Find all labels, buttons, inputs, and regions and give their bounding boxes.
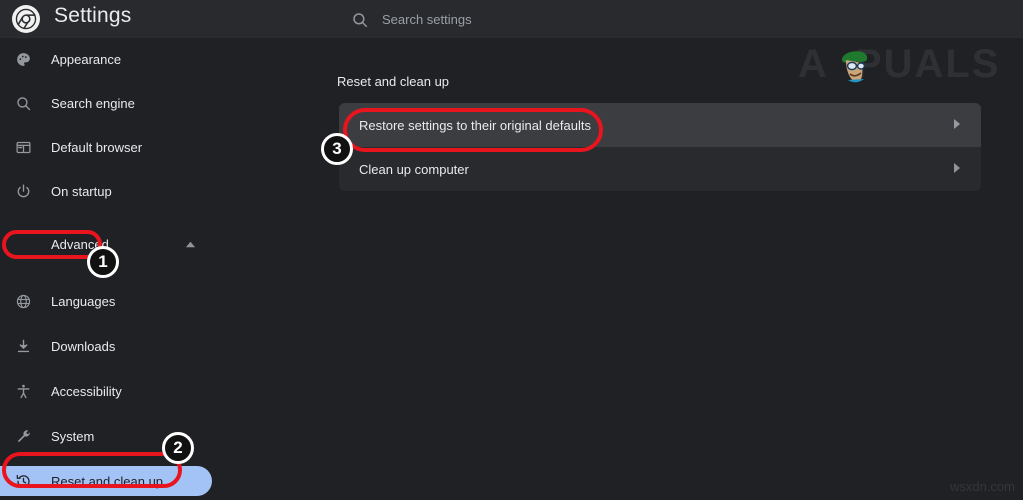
- sidebar-item-label: Search engine: [51, 96, 135, 111]
- sidebar-item-default-browser[interactable]: Default browser: [0, 132, 218, 162]
- sidebar-item-label: On startup: [51, 184, 112, 199]
- search-icon: [351, 11, 369, 29]
- power-icon: [13, 181, 33, 201]
- sidebar-item-languages[interactable]: Languages: [0, 286, 218, 316]
- row-label: Restore settings to their original defau…: [359, 118, 953, 133]
- sidebar-scrollbar[interactable]: [216, 38, 230, 500]
- restore-history-icon: [13, 471, 33, 491]
- sidebar-item-system[interactable]: System: [0, 421, 218, 451]
- row-label: Clean up computer: [359, 162, 953, 177]
- main-content: Reset and clean up Restore settings to t…: [230, 38, 1023, 500]
- sidebar-item-on-startup[interactable]: On startup: [0, 176, 218, 206]
- sidebar-item-appearance[interactable]: Appearance: [0, 44, 218, 74]
- sidebar-item-label: System: [51, 429, 94, 444]
- chevron-up-icon[interactable]: [185, 237, 196, 252]
- sidebar-item-label: Advanced: [51, 237, 109, 252]
- section-title: Reset and clean up: [337, 74, 449, 89]
- search-input[interactable]: [382, 12, 982, 27]
- sidebar-item-label: Default browser: [51, 140, 142, 155]
- sidebar-item-search-engine[interactable]: Search engine: [0, 88, 218, 118]
- reset-and-clean-up-card: Restore settings to their original defau…: [339, 103, 981, 191]
- sidebar-item-advanced[interactable]: Advanced: [0, 229, 218, 259]
- chrome-logo-icon: [12, 5, 40, 33]
- sidebar-item-label: Appearance: [51, 52, 121, 67]
- sidebar-item-label: Downloads: [51, 339, 115, 354]
- search-icon: [13, 93, 33, 113]
- sidebar-item-label: Accessibility: [51, 384, 122, 399]
- row-restore-settings[interactable]: Restore settings to their original defau…: [339, 103, 981, 147]
- sidebar-item-label: Languages: [51, 294, 115, 309]
- sidebar-item-label: Reset and clean up: [51, 474, 163, 489]
- globe-icon: [13, 291, 33, 311]
- app-header: Settings: [0, 0, 1023, 38]
- sidebar-item-accessibility[interactable]: Accessibility: [0, 376, 218, 406]
- wrench-icon: [13, 426, 33, 446]
- chevron-right-icon: [953, 162, 961, 177]
- accessibility-icon: [13, 381, 33, 401]
- browser-window-icon: [13, 137, 33, 157]
- sidebar-item-downloads[interactable]: Downloads: [0, 331, 218, 361]
- settings-sidebar: Appearance Search engine Default browser: [0, 38, 218, 500]
- search-settings-bar[interactable]: [337, 3, 982, 36]
- row-clean-up-computer[interactable]: Clean up computer: [339, 147, 981, 191]
- palette-icon: [13, 49, 33, 69]
- settings-window: Settings Appearance: [0, 0, 1023, 500]
- chevron-right-icon: [953, 118, 961, 133]
- sidebar-item-reset-and-clean-up[interactable]: Reset and clean up: [0, 466, 212, 496]
- download-icon: [13, 336, 33, 356]
- page-title: Settings: [54, 4, 131, 28]
